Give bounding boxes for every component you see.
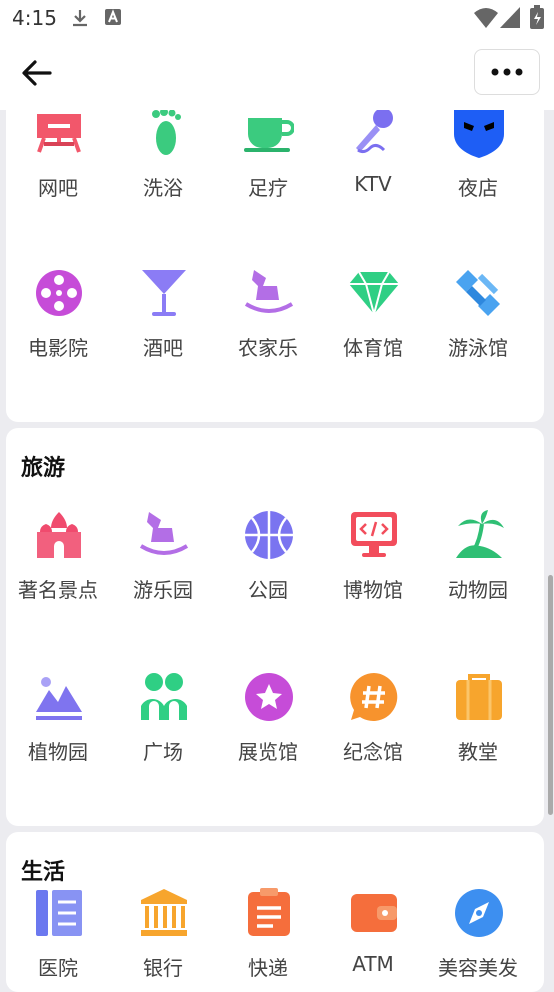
category-label: 博物馆: [343, 578, 403, 602]
life-card: 生活 医院 银行 快递 ATM 美容美发: [6, 832, 544, 992]
internet-cafe-icon: [37, 114, 81, 153]
more-dots-icon: [491, 68, 523, 76]
list-columns-icon: [36, 890, 82, 936]
cocktail-icon: [142, 270, 186, 316]
battery-icon: [530, 5, 544, 29]
download-icon: [73, 10, 87, 27]
app-notification-icon: [105, 9, 121, 25]
category-tile[interactable]: 网吧: [6, 110, 110, 248]
category-label: 洗浴: [143, 176, 183, 200]
rocking-horse-icon: [139, 512, 189, 555]
travel-card: 旅游 著名景点 游乐园 公园 博物馆 动物园 植物园 广场 展览馆 纪念馆 教堂: [6, 428, 544, 826]
category-label: 体育馆: [343, 336, 403, 360]
category-label: 快递: [248, 956, 288, 980]
film-reel-icon: [36, 270, 82, 316]
category-label: 美容美发: [438, 956, 518, 980]
star-badge-icon: [245, 673, 293, 721]
footprint-icon: [152, 110, 181, 155]
category-label: 夜店: [458, 176, 498, 200]
briefcase-icon: [456, 674, 502, 720]
category-tile[interactable]: 足疗: [216, 110, 320, 248]
more-button[interactable]: [474, 49, 540, 95]
category-tile[interactable]: 纪念馆: [321, 672, 425, 812]
category-tile[interactable]: 动物园: [426, 510, 530, 650]
category-label: 网吧: [38, 176, 78, 200]
category-tile[interactable]: 公园: [216, 510, 320, 650]
category-label: 游泳馆: [448, 336, 508, 360]
category-label: ATM: [352, 952, 394, 976]
category-tile[interactable]: 快递: [216, 888, 320, 992]
category-tile[interactable]: 游乐园: [111, 510, 215, 650]
category-tile[interactable]: 酒吧: [111, 268, 215, 408]
status-bar: 4:15: [0, 0, 554, 36]
category-tile[interactable]: 著名景点: [6, 510, 110, 650]
teacup-icon: [244, 118, 294, 152]
category-tile[interactable]: 广场: [111, 672, 215, 812]
ball-icon: [245, 511, 293, 559]
category-tile[interactable]: KTV: [321, 110, 425, 248]
clipboard-icon: [248, 888, 290, 936]
category-tile[interactable]: 美容美发: [426, 888, 530, 992]
category-label: 足疗: [248, 176, 288, 200]
palm-island-icon: [456, 510, 504, 558]
hashtag-bubble-icon: [350, 673, 398, 721]
top-bar: [0, 36, 554, 110]
category-tile[interactable]: 农家乐: [216, 268, 320, 408]
code-monitor-icon: [351, 512, 397, 557]
mask-icon: [454, 110, 504, 158]
category-tile[interactable]: 体育馆: [321, 268, 425, 408]
palace-icon: [37, 512, 81, 558]
category-tile[interactable]: 博物馆: [321, 510, 425, 650]
entertainment-card: 网吧 洗浴 足疗 KTV 夜店 电影院 酒吧 农家乐 体育馆 游泳馆: [6, 110, 544, 422]
category-label: 纪念馆: [343, 740, 403, 764]
signal-icon: [500, 7, 520, 28]
category-tile[interactable]: 夜店: [426, 110, 530, 248]
category-label: 游乐园: [133, 578, 193, 602]
wifi-icon: [474, 8, 498, 28]
people-icon: [141, 673, 187, 720]
category-tile[interactable]: ATM: [321, 888, 425, 992]
category-label: KTV: [354, 172, 392, 196]
category-label: 银行: [143, 956, 183, 980]
back-arrow-icon[interactable]: [20, 58, 54, 88]
wallet-icon: [351, 894, 397, 932]
category-label: 教堂: [458, 740, 498, 764]
category-tile[interactable]: 医院: [6, 888, 110, 992]
category-tile[interactable]: 教堂: [426, 672, 530, 812]
category-label: 动物园: [448, 578, 508, 602]
section-title: 旅游: [21, 456, 66, 481]
scrollbar[interactable]: [548, 575, 553, 815]
category-tile[interactable]: 电影院: [6, 268, 110, 408]
category-label: 著名景点: [18, 578, 98, 602]
category-label: 医院: [38, 956, 78, 980]
category-tile[interactable]: 植物园: [6, 672, 110, 812]
category-label: 农家乐: [238, 336, 298, 360]
bank-icon: [141, 889, 187, 936]
satellite-icon: [456, 270, 500, 316]
diamond-icon: [349, 271, 399, 318]
microphone-icon: [356, 110, 393, 154]
category-tile[interactable]: 银行: [111, 888, 215, 992]
status-time: 4:15: [12, 6, 57, 30]
category-tile[interactable]: 洗浴: [111, 110, 215, 248]
category-label: 广场: [143, 740, 183, 764]
category-label: 公园: [248, 578, 288, 602]
mountain-icon: [36, 677, 82, 720]
compass-icon: [455, 889, 503, 937]
category-label: 酒吧: [143, 336, 183, 360]
category-tile[interactable]: 游泳馆: [426, 268, 530, 408]
section-title: 生活: [21, 860, 66, 885]
category-tile[interactable]: 展览馆: [216, 672, 320, 812]
category-label: 展览馆: [238, 740, 298, 764]
rocking-horse-icon: [244, 270, 294, 313]
category-label: 电影院: [28, 336, 88, 360]
category-label: 植物园: [28, 740, 88, 764]
